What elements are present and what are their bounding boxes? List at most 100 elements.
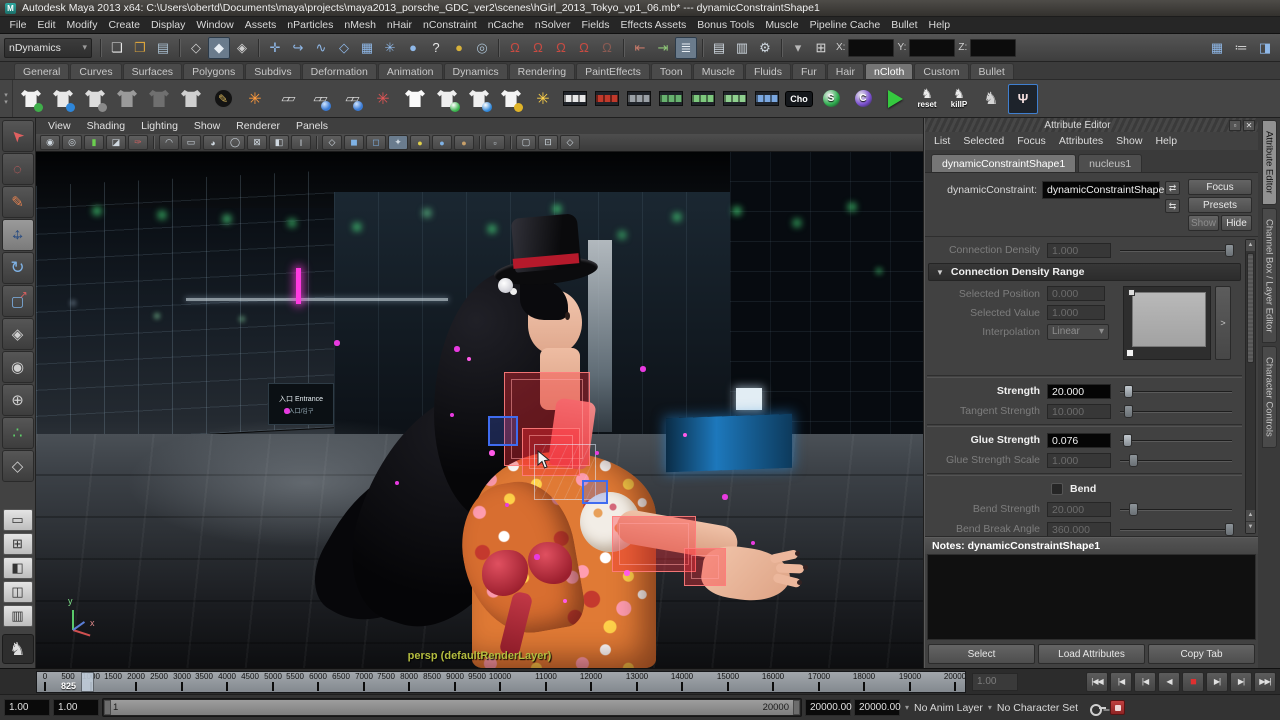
mask-handles-icon[interactable]: ✛ bbox=[264, 37, 286, 59]
z-input[interactable] bbox=[970, 39, 1016, 57]
image-plane-icon[interactable]: ◪ bbox=[106, 135, 126, 150]
scale-tool[interactable] bbox=[2, 285, 34, 317]
remove-ncloth-icon[interactable] bbox=[80, 84, 110, 114]
range-start-handle[interactable] bbox=[104, 700, 111, 715]
node-name-field[interactable]: dynamicConstraintShape1 bbox=[1042, 181, 1160, 199]
playback-end-field[interactable]: 20000.00 bbox=[805, 699, 851, 716]
menu-item[interactable]: nConstraint bbox=[418, 18, 483, 32]
menu-item[interactable]: nParticles bbox=[282, 18, 339, 32]
bend-checkbox[interactable] bbox=[1051, 483, 1063, 495]
range-slider[interactable]: 1 20000 bbox=[102, 698, 802, 717]
attract-to-matching-mesh-icon[interactable] bbox=[400, 84, 430, 114]
shaded-icon[interactable]: ◕ bbox=[203, 135, 223, 150]
swap-icon[interactable]: ⇆ bbox=[1165, 199, 1180, 213]
scroll-up-icon[interactable]: ▲ bbox=[1246, 240, 1255, 251]
reset-icon[interactable]: reset bbox=[912, 84, 942, 114]
scroll-down-icon[interactable]: ▼ bbox=[1246, 522, 1255, 533]
menu-item[interactable]: Modify bbox=[61, 18, 103, 32]
y-input[interactable] bbox=[909, 39, 955, 57]
use-all-lights-icon[interactable]: ⊠ bbox=[247, 135, 267, 150]
connection-density-slider[interactable] bbox=[1120, 243, 1232, 258]
snap-to-view-plane-icon[interactable]: Ω bbox=[573, 37, 595, 59]
shelf-tab[interactable]: Hair bbox=[827, 63, 864, 79]
open-scene-icon[interactable]: ❐ bbox=[129, 37, 151, 59]
status-icon[interactable] bbox=[619, 36, 628, 60]
dynamic-constraint-box[interactable] bbox=[684, 548, 726, 586]
shelf-tab[interactable]: Bullet bbox=[970, 63, 1014, 79]
paint-cloth-properties-icon[interactable] bbox=[208, 84, 238, 114]
soft-modification-tool[interactable]: ◉ bbox=[2, 351, 34, 383]
plugin-shelf-icon[interactable]: ▢ bbox=[516, 135, 536, 150]
multisample-icon[interactable]: ◇ bbox=[322, 135, 342, 150]
mask-help-icon[interactable]: ? bbox=[425, 37, 447, 59]
shelf-tab[interactable]: PaintEffects bbox=[576, 63, 650, 79]
ae-menu-item[interactable]: Attributes bbox=[1059, 135, 1103, 147]
create-ncache-icon[interactable] bbox=[560, 84, 590, 114]
go-to-end-button[interactable]: ▶▶| bbox=[1254, 672, 1276, 692]
interpolation-dropdown[interactable]: Linear ▾ bbox=[1047, 324, 1109, 340]
append-ncache-icon[interactable] bbox=[720, 84, 750, 114]
play-backwards-button[interactable]: ◀ bbox=[1158, 672, 1180, 692]
constraint-component-box[interactable] bbox=[582, 480, 608, 504]
mask-dynamics-icon[interactable]: ▦ bbox=[356, 37, 378, 59]
menu-item[interactable]: Display bbox=[145, 18, 190, 32]
bend-break-angle-field[interactable]: 360.000 bbox=[1047, 522, 1111, 537]
panel-toolbar-icon[interactable] bbox=[313, 135, 320, 150]
glue-strength-field[interactable]: 0.076 bbox=[1047, 433, 1111, 448]
move-tool[interactable] bbox=[2, 219, 34, 251]
last-tool-used[interactable]: ◇ bbox=[2, 450, 34, 482]
shelf-switch-arrows[interactable]: ▾▾ bbox=[0, 80, 13, 117]
attribute-editor-header[interactable]: Attribute Editor ▫ ✕ bbox=[925, 118, 1258, 132]
menu-item[interactable]: nMesh bbox=[339, 18, 382, 32]
ae-menu-item[interactable]: Selected bbox=[963, 135, 1004, 147]
menu-item[interactable]: Window bbox=[191, 18, 239, 32]
highlight-selection-icon[interactable]: ◎ bbox=[471, 37, 493, 59]
paint-ncache-icon[interactable] bbox=[752, 84, 782, 114]
step-forward-key-button[interactable]: ▶| bbox=[1206, 672, 1228, 692]
attach-ncache-icon[interactable] bbox=[656, 84, 686, 114]
3d-scene[interactable]: 入口 Entrance 入口/입구 bbox=[36, 152, 923, 668]
panel-toolbar-icon[interactable] bbox=[150, 135, 157, 150]
glue-strength-scale-slider[interactable] bbox=[1120, 453, 1232, 468]
paint-effects-tool[interactable]: ∴ bbox=[2, 417, 34, 449]
notes-area[interactable] bbox=[927, 554, 1256, 640]
merge-ncaches-icon[interactable] bbox=[688, 84, 718, 114]
two-pane-layout-button[interactable]: ◫ bbox=[3, 581, 33, 603]
persp-outliner-layout-button[interactable]: ◧ bbox=[3, 557, 33, 579]
select-tool[interactable]: ➤ bbox=[2, 120, 34, 152]
create-ncloth-icon[interactable] bbox=[16, 84, 46, 114]
shelf-tab[interactable]: Deformation bbox=[302, 63, 377, 79]
force-field-icon[interactable] bbox=[528, 84, 558, 114]
render-current-frame-icon[interactable]: ▤ bbox=[708, 37, 730, 59]
range-slider-range[interactable] bbox=[104, 700, 800, 715]
disable-ncache-icon[interactable] bbox=[624, 84, 654, 114]
bend-strength-slider[interactable] bbox=[1120, 502, 1232, 517]
animation-start-field[interactable]: 1.00 bbox=[4, 699, 50, 716]
field-entry-mode-icon[interactable]: ▾ bbox=[787, 37, 809, 59]
grease-pencil-icon[interactable]: ✑ bbox=[128, 135, 148, 150]
save-scene-icon[interactable]: ▤ bbox=[152, 37, 174, 59]
close-icon[interactable]: ✕ bbox=[1243, 120, 1255, 131]
attribute-editor-toggle-icon[interactable]: ▦ bbox=[1206, 37, 1228, 59]
weld-adjacent-borders-icon[interactable] bbox=[368, 84, 398, 114]
green-s-icon[interactable]: S bbox=[816, 84, 846, 114]
killp-icon[interactable]: killP bbox=[944, 84, 974, 114]
mask-deformations-icon[interactable]: ◇ bbox=[333, 37, 355, 59]
shelf-tab[interactable]: Rendering bbox=[509, 63, 575, 79]
bend-strength-field[interactable]: 20.000 bbox=[1047, 502, 1111, 517]
strength-field[interactable]: 20.000 bbox=[1047, 384, 1111, 399]
ae-menu-item[interactable]: Help bbox=[1155, 135, 1177, 147]
menu-item[interactable]: Pipeline Cache bbox=[804, 18, 886, 32]
focus-button[interactable]: Focus bbox=[1188, 179, 1252, 195]
shelf-tab[interactable]: Toon bbox=[651, 63, 692, 79]
shelf-tab[interactable]: Custom bbox=[914, 63, 968, 79]
glue-strength-scale-field[interactable]: 1.000 bbox=[1047, 453, 1111, 468]
rotate-tool[interactable]: ↻ bbox=[2, 252, 34, 284]
maya-horse-icon[interactable] bbox=[976, 84, 1006, 114]
shelf-tab[interactable]: Muscle bbox=[693, 63, 744, 79]
panel-menu-item[interactable]: Show bbox=[194, 120, 220, 132]
scrollbar[interactable]: ▲ ▲ ▼ bbox=[1245, 239, 1256, 534]
panel-toolbar-icon[interactable] bbox=[507, 135, 514, 150]
panel-menu-item[interactable]: Panels bbox=[296, 120, 328, 132]
panel-menu-item[interactable]: View bbox=[48, 120, 71, 132]
